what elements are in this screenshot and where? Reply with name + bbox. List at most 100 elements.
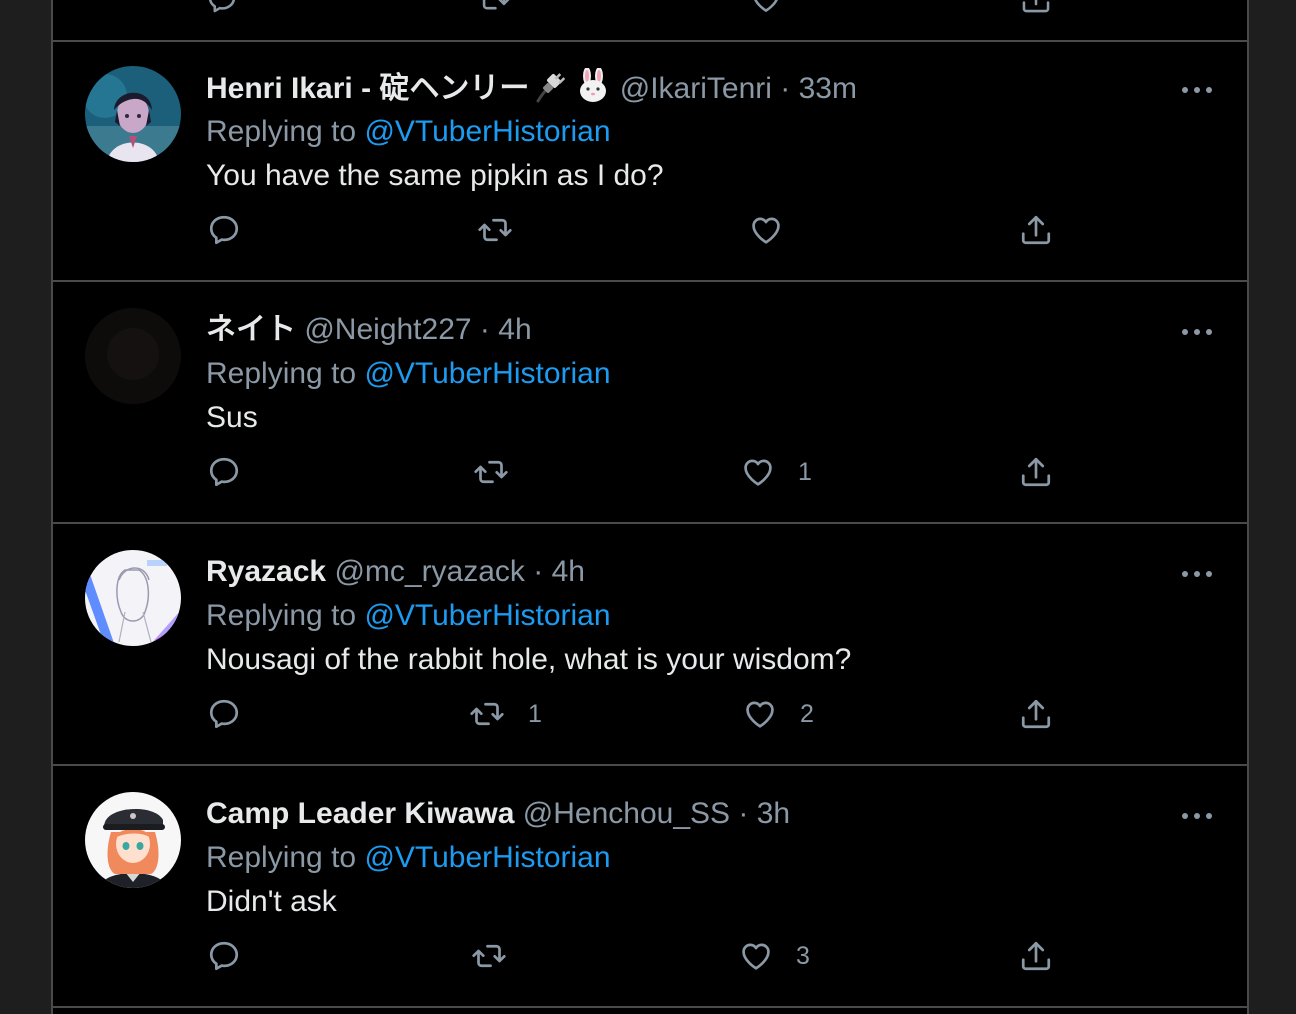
retweet-icon: [470, 938, 508, 974]
tweet-text: You have the same pipkin as I do?: [206, 159, 664, 192]
tweet[interactable]: Ryazack @mc_ryazack · 4h Replying to @VT…: [53, 526, 1247, 766]
share-icon: [1018, 938, 1054, 974]
tweet-body: ネイト @Neight227 · 4h Replying to @VTuberH…: [206, 310, 1217, 438]
retweet-icon[interactable]: [477, 0, 511, 12]
retweet-icon: [468, 696, 506, 732]
like-count: 2: [800, 699, 814, 728]
like-icon: [748, 212, 784, 248]
like-count: 3: [796, 941, 810, 970]
replying-to-label: Replying to: [206, 841, 357, 874]
reply-icon: [206, 454, 242, 490]
tweet-actions: 3: [206, 936, 1106, 976]
more-icon[interactable]: [1177, 322, 1217, 342]
more-icon[interactable]: [1177, 806, 1217, 826]
tweet-header: Henri Ikari - 碇ヘンリー @IkariTenri · 33m: [206, 67, 1217, 108]
tweet[interactable]: Camp Leader Kiwawa @Henchou_SS · 3h Repl…: [53, 768, 1247, 1008]
replying-to: Replying to @VTuberHistorian: [206, 112, 1217, 152]
avatar[interactable]: [85, 550, 181, 646]
replying-to-label: Replying to: [206, 115, 357, 148]
separator-dot: ·: [738, 797, 749, 830]
share-button[interactable]: [1018, 936, 1054, 976]
tweet-text: Sus: [206, 401, 258, 434]
retweet-button[interactable]: [476, 210, 536, 250]
replying-to-mention[interactable]: @VTuberHistorian: [364, 357, 610, 390]
avatar[interactable]: [85, 308, 181, 404]
replying-to-mention[interactable]: @VTuberHistorian: [364, 841, 610, 874]
timestamp[interactable]: 33m: [799, 72, 857, 105]
reply-icon: [206, 696, 242, 732]
display-name[interactable]: Camp Leader Kiwawa: [206, 797, 514, 830]
tweet-header: Ryazack @mc_ryazack · 4h: [206, 552, 1217, 592]
share-icon: [1018, 212, 1054, 248]
display-name[interactable]: Henri Ikari - 碇ヘンリー: [206, 72, 529, 105]
replying-to: Replying to @VTuberHistorian: [206, 596, 1217, 636]
share-icon: [1018, 454, 1054, 490]
replying-to: Replying to @VTuberHistorian: [206, 838, 1217, 878]
display-name[interactable]: ネイト: [206, 313, 296, 346]
like-icon: [742, 696, 778, 732]
like-button[interactable]: 2: [742, 694, 814, 734]
reply-button[interactable]: [206, 452, 264, 492]
retweet-button[interactable]: [470, 936, 530, 976]
share-icon: [1018, 696, 1054, 732]
reply-button[interactable]: [206, 210, 264, 250]
timestamp[interactable]: 3h: [757, 797, 790, 830]
tweet-text: Nousagi of the rabbit hole, what is your…: [206, 643, 852, 676]
user-handle[interactable]: @Henchou_SS: [523, 797, 730, 830]
avatar[interactable]: [85, 792, 181, 888]
more-icon[interactable]: [1177, 564, 1217, 584]
like-button[interactable]: 1: [740, 452, 812, 492]
tweet-header: ネイト @Neight227 · 4h: [206, 310, 1217, 350]
user-handle[interactable]: @IkariTenri: [620, 72, 772, 105]
reply-button[interactable]: [206, 936, 264, 976]
like-icon: [738, 938, 774, 974]
tweet-actions: 1 2: [206, 694, 1106, 734]
tweet[interactable]: Henri Ikari - 碇ヘンリー @IkariTenri · 33m Re…: [53, 42, 1247, 282]
share-icon[interactable]: [1019, 0, 1053, 12]
timeline: Henri Ikari - 碇ヘンリー @IkariTenri · 33m Re…: [51, 0, 1249, 1014]
tweet-actions: [206, 210, 1106, 250]
retweet-button[interactable]: [472, 452, 532, 492]
tweet-actions: 1: [206, 452, 1106, 492]
timestamp[interactable]: 4h: [498, 313, 531, 346]
retweet-icon: [476, 212, 514, 248]
plug-emoji: [535, 70, 569, 115]
replying-to-label: Replying to: [206, 357, 357, 390]
retweet-count: 1: [528, 699, 542, 728]
reply-button[interactable]: [206, 694, 264, 734]
like-icon: [740, 454, 776, 490]
share-button[interactable]: [1018, 210, 1054, 250]
like-button[interactable]: [748, 210, 806, 250]
timestamp[interactable]: 4h: [552, 555, 585, 588]
like-icon[interactable]: [749, 0, 783, 12]
like-button[interactable]: 3: [738, 936, 810, 976]
reply-icon: [206, 938, 242, 974]
more-icon[interactable]: [1177, 80, 1217, 100]
replying-to: Replying to @VTuberHistorian: [206, 354, 1217, 394]
tweet-body: Camp Leader Kiwawa @Henchou_SS · 3h Repl…: [206, 794, 1217, 922]
tweet-body: Henri Ikari - 碇ヘンリー @IkariTenri · 33m Re…: [206, 67, 1217, 196]
share-button[interactable]: [1018, 694, 1054, 734]
display-name[interactable]: Ryazack: [206, 555, 326, 588]
reply-icon[interactable]: [205, 0, 239, 12]
retweet-button[interactable]: 1: [468, 694, 542, 734]
replying-to-label: Replying to: [206, 599, 357, 632]
separator-dot: ·: [533, 555, 544, 588]
user-handle[interactable]: @mc_ryazack: [334, 555, 525, 588]
separator-dot: ·: [780, 72, 791, 105]
tweet-body: Ryazack @mc_ryazack · 4h Replying to @VT…: [206, 552, 1217, 680]
replying-to-mention[interactable]: @VTuberHistorian: [364, 599, 610, 632]
replying-to-mention[interactable]: @VTuberHistorian: [364, 115, 610, 148]
separator-dot: ·: [479, 313, 490, 346]
rabbit-face-emoji: [575, 67, 611, 115]
reply-icon: [206, 212, 242, 248]
retweet-icon: [472, 454, 510, 490]
previous-tweet-actions: [53, 0, 1247, 42]
tweet-header: Camp Leader Kiwawa @Henchou_SS · 3h: [206, 794, 1217, 834]
like-count: 1: [798, 457, 812, 486]
share-button[interactable]: [1018, 452, 1054, 492]
user-handle[interactable]: @Neight227: [304, 313, 471, 346]
tweet[interactable]: ネイト @Neight227 · 4h Replying to @VTuberH…: [53, 284, 1247, 524]
avatar[interactable]: [85, 66, 181, 162]
tweet-text: Didn't ask: [206, 885, 337, 918]
